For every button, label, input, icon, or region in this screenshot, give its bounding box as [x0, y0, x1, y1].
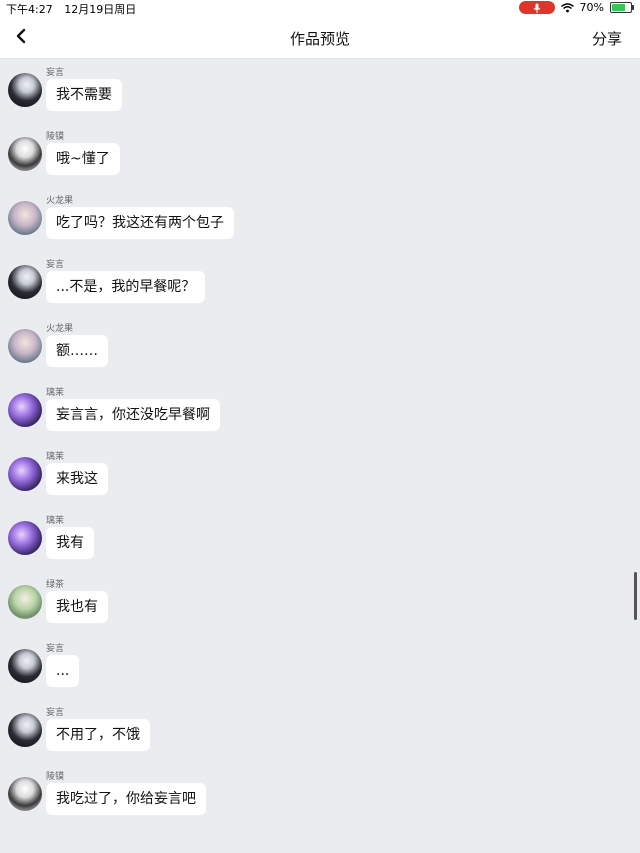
status-right: 70%: [518, 1, 634, 14]
wifi-icon: [560, 2, 574, 12]
message-bubble[interactable]: 我也有: [46, 591, 108, 623]
message-bubble[interactable]: ...: [46, 655, 80, 687]
message-bubble[interactable]: 我有: [46, 527, 94, 559]
status-left: 下午4:27 12月19日周日: [6, 1, 144, 17]
chat-message: 绿茶 我也有: [0, 577, 640, 641]
status-bar: 下午4:27 12月19日周日 70%: [0, 0, 640, 16]
navigation-bar: 作品预览 分享: [0, 16, 640, 59]
message-list: 璃茉让我们再陪陪你妄言我不需要陵镆哦~懂了火龙果吃了吗？我这还有两个包子妄言..…: [0, 59, 640, 833]
sender-name: 璃茉: [46, 452, 65, 462]
message-bubble[interactable]: 不用了，不饿: [46, 719, 150, 751]
battery-percent: 70%: [579, 1, 604, 14]
chat-message: 火龙果 额……: [0, 321, 640, 385]
message-bubble[interactable]: 我吃过了，你给妄言吧: [46, 783, 206, 815]
message-bubble[interactable]: ...不是，我的早餐呢？: [46, 271, 206, 303]
message-bubble[interactable]: 妄言言，你还没吃早餐啊: [46, 399, 220, 431]
sender-name: 璃茉: [46, 516, 65, 526]
sender-name: 火龙果: [46, 196, 74, 206]
sender-name: 绿茶: [46, 580, 65, 590]
sender-name: 妄言: [46, 644, 65, 654]
avatar[interactable]: [8, 713, 42, 747]
message-bubble[interactable]: 额……: [46, 335, 108, 367]
status-date: 12月19日周日: [64, 3, 137, 16]
avatar[interactable]: [8, 137, 42, 171]
avatar[interactable]: [8, 265, 42, 299]
chat-message: 火龙果 吃了吗？我这还有两个包子: [0, 193, 640, 257]
avatar[interactable]: [8, 457, 42, 491]
avatar[interactable]: [8, 329, 42, 363]
chat-preview-area[interactable]: 璃茉让我们再陪陪你妄言我不需要陵镆哦~懂了火龙果吃了吗？我这还有两个包子妄言..…: [0, 59, 640, 853]
message-bubble[interactable]: 我不需要: [46, 79, 122, 111]
avatar[interactable]: [8, 393, 42, 427]
chat-message: 妄言 ...不是，我的早餐呢？: [0, 257, 640, 321]
sender-name: 妄言: [46, 260, 65, 270]
sender-name: 妄言: [46, 708, 65, 718]
sender-name: 陵镆: [46, 132, 65, 142]
chat-message: 璃茉 我有: [0, 513, 640, 577]
message-bubble[interactable]: 来我这: [46, 463, 108, 495]
chat-message: 陵镆 我吃过了，你给妄言吧: [0, 769, 640, 833]
sender-name: 陵镆: [46, 772, 65, 782]
avatar[interactable]: [8, 649, 42, 683]
status-time: 下午4:27: [6, 3, 53, 16]
avatar[interactable]: [8, 73, 42, 107]
sender-name: 璃茉: [46, 388, 65, 398]
share-button[interactable]: 分享: [592, 28, 622, 49]
page-title: 作品预览: [289, 30, 350, 48]
avatar[interactable]: [8, 777, 42, 811]
chat-message: 璃茉 来我这: [0, 449, 640, 513]
scrollbar-thumb[interactable]: [634, 572, 637, 620]
chat-message: 妄言...: [0, 641, 640, 705]
avatar[interactable]: [8, 521, 42, 555]
chat-message: 妄言 不用了，不饿: [0, 705, 640, 769]
message-bubble[interactable]: 哦~懂了: [46, 143, 120, 175]
avatar[interactable]: [8, 585, 42, 619]
sender-name: 火龙果: [46, 324, 74, 334]
chat-message: 璃茉 妄言言，你还没吃早餐啊: [0, 385, 640, 449]
message-bubble[interactable]: 吃了吗？我这还有两个包子: [46, 207, 234, 239]
avatar[interactable]: [8, 201, 42, 235]
microphone-in-use-icon: [518, 1, 555, 14]
battery-icon: [610, 2, 634, 13]
sender-name: 妄言: [46, 68, 65, 78]
chat-message: 妄言 我不需要: [0, 65, 640, 129]
chat-message: 陵镆 哦~懂了: [0, 129, 640, 193]
